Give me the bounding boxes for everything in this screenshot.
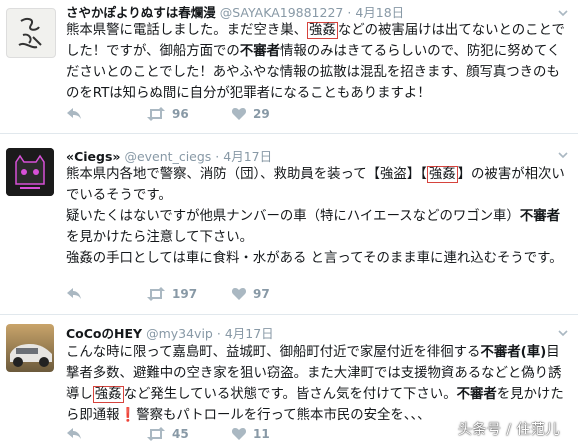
cat-logo-avatar-icon: [6, 148, 54, 196]
paragraph: 強姦の手口としては車に食料・水がある と言ってそのまま車に連れ込むそうです。: [66, 251, 563, 266]
tweet-2: «Ciegs» @event_ciegs · 4月17日 熊本県内各地で警察、消…: [0, 142, 578, 307]
retweet-count: 96: [172, 107, 189, 121]
user-name[interactable]: さやかぽよりぬすは春爛漫: [66, 5, 216, 20]
retweet-icon: [147, 107, 165, 121]
text-segment: を見かけたら注意して下さい。: [66, 230, 254, 245]
watermark: 头条号 / 住范儿: [457, 422, 560, 438]
tweet-header: さやかぽよりぬすは春爛漫 @SAYAKA19881227 · 4月18日: [66, 2, 404, 21]
tweet-header: CoCoのHEY @my34vip · 4月17日: [66, 323, 274, 342]
highlighted-word: 強姦: [92, 386, 124, 403]
retweet-button[interactable]: 197: [146, 284, 197, 304]
reply-icon: [67, 288, 81, 299]
paragraph: 疑いたくはないですが他県ナンバーの車（特にハイエースなどのワゴン車）不審者を見か…: [66, 206, 572, 248]
separator: ·: [347, 5, 352, 20]
reply-button[interactable]: [66, 104, 88, 124]
tweet-1: さやかぽよりぬすは春爛漫 @SAYAKA19881227 · 4月18日 熊本県…: [0, 0, 578, 125]
avatar[interactable]: [6, 324, 54, 372]
avatar[interactable]: [6, 148, 54, 196]
divider: [0, 133, 578, 134]
heart-icon: [231, 288, 247, 300]
timestamp[interactable]: 4月17日: [225, 326, 274, 341]
reply-icon: [67, 428, 81, 439]
reply-button[interactable]: [66, 284, 88, 304]
tweet-text: こんな時に限って嘉島町、益城町、御船町付近で家屋付近を徘徊する不審者(車)目撃者…: [66, 342, 572, 426]
bold-word: 不審者(車): [480, 345, 547, 360]
user-name[interactable]: «Ciegs»: [66, 149, 120, 164]
bold-word: 不審者: [519, 209, 560, 224]
tweet-text: 熊本県警に電話しました。まだ空き巣、 強姦 などの被害届けは出てないとのことでした！…: [66, 20, 572, 104]
user-handle[interactable]: @my34vip: [146, 326, 213, 341]
car-photo-avatar-icon: [6, 324, 54, 372]
user-handle[interactable]: @SAYAKA19881227: [220, 5, 344, 20]
separator: ·: [216, 326, 221, 341]
timestamp[interactable]: 4月17日: [223, 149, 272, 164]
highlighted-word: 強姦: [426, 166, 458, 183]
separator: ·: [215, 149, 220, 164]
like-count: 97: [253, 287, 270, 301]
chevron-down-icon[interactable]: [556, 326, 570, 340]
exclamation-emoji: ❗: [119, 408, 137, 423]
heart-icon: [231, 108, 247, 120]
like-button[interactable]: 11: [231, 424, 270, 444]
retweet-button[interactable]: 96: [146, 104, 189, 124]
reply-button[interactable]: [66, 424, 88, 444]
timestamp[interactable]: 4月18日: [355, 5, 404, 20]
tweet-header: «Ciegs» @event_ciegs · 4月17日: [66, 146, 272, 165]
handwritten-avatar-icon: [18, 17, 42, 49]
chevron-down-icon[interactable]: [556, 6, 570, 20]
user-name[interactable]: CoCoのHEY: [66, 326, 142, 341]
avatar[interactable]: [6, 8, 56, 58]
text-segment: 疑いたくはないですが他県ナンバーの車（特にハイエースなどのワゴン車）: [66, 209, 520, 224]
reply-icon: [67, 108, 81, 119]
retweet-icon: [147, 427, 165, 441]
retweet-button[interactable]: 45: [146, 424, 189, 444]
like-count: 29: [253, 107, 270, 121]
retweet-icon: [147, 287, 165, 301]
bold-word: 不審者: [456, 387, 497, 402]
like-button[interactable]: 97: [231, 284, 270, 304]
text-segment: など発生している状態です。皆さん気を付けて下さい。: [123, 387, 457, 402]
text-segment: 熊本県警に電話しました。まだ空き巣、: [66, 23, 308, 38]
text-segment: 警察もパトロールを行って熊本市民の安全を、、、: [136, 408, 431, 423]
like-count: 11: [253, 427, 270, 441]
retweet-count: 45: [172, 427, 189, 441]
like-button[interactable]: 29: [231, 104, 270, 124]
paragraph: 熊本県内各地で警察、消防（団）、救助員を装って【強盗】【 強姦 】の被害が相次いでい…: [66, 164, 572, 206]
divider: [0, 314, 578, 315]
chevron-down-icon[interactable]: [556, 148, 570, 162]
tweet-text: 熊本県内各地で警察、消防（団）、救助員を装って【強盗】【 強姦 】の被害が相次いでい…: [66, 164, 572, 269]
user-handle[interactable]: @event_ciegs: [124, 149, 211, 164]
text-segment: こんな時に限って嘉島町、益城町、御船町付近で家屋付近を徘徊する: [66, 345, 481, 360]
bold-word: 不審者: [239, 44, 280, 59]
retweet-count: 197: [172, 287, 198, 301]
text-segment: 熊本県内各地で警察、消防（団）、救助員を装って【強盗】【: [66, 167, 427, 182]
heart-icon: [231, 428, 247, 440]
highlighted-word: 強姦: [307, 22, 338, 39]
